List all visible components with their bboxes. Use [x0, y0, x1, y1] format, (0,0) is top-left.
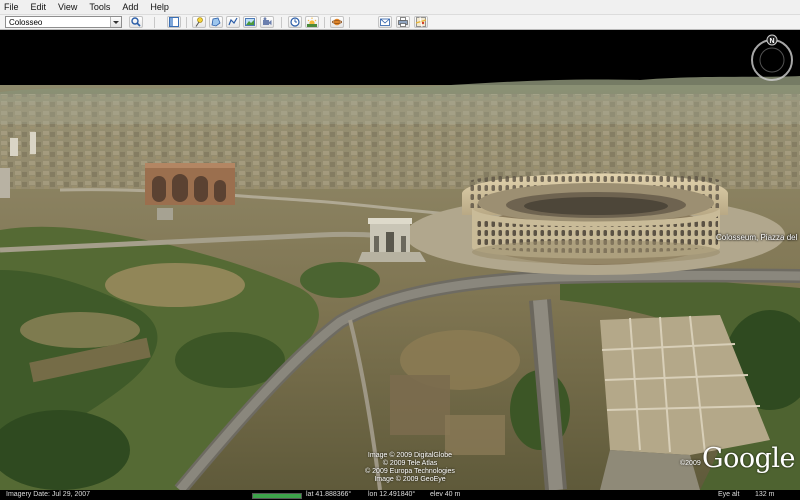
search-combo[interactable] [5, 16, 122, 28]
sunlight-button[interactable] [305, 16, 319, 28]
compass-ring-icon: N [751, 34, 793, 81]
eye-altitude-label: Eye alt [718, 491, 740, 498]
google-logo: Google [702, 443, 795, 474]
clock-icon [290, 17, 300, 27]
eye-altitude-value: 132 m [755, 491, 775, 498]
menu-tools[interactable]: Tools [89, 2, 110, 12]
search-button[interactable] [129, 16, 143, 28]
credit-line: Image © 2009 DigitalGlobe [367, 452, 453, 459]
planet-icon [332, 18, 342, 26]
switch-to-sky-button[interactable] [330, 16, 344, 28]
sunrise-icon [307, 17, 317, 27]
globe-view[interactable]: N Colosseum, Piazza del Image © 2009 Dig… [0, 30, 800, 490]
image-overlay-button[interactable] [243, 16, 257, 28]
search-dropdown-button[interactable] [110, 17, 121, 27]
polygon-button[interactable] [209, 16, 223, 28]
colosseum-model [462, 172, 728, 265]
imagery-date: Imagery Date: Jul 29, 2007 [6, 491, 91, 498]
sidebar-icon [169, 17, 179, 27]
polygon-icon [211, 17, 221, 27]
path-button[interactable] [226, 16, 240, 28]
printer-icon [398, 17, 408, 27]
menu-edit[interactable]: Edit [31, 2, 47, 12]
menu-help[interactable]: Help [150, 2, 169, 12]
longitude-readout: lon 12.491840° [368, 491, 416, 498]
aerial-scene [0, 76, 800, 490]
map-icon [416, 17, 426, 27]
streaming-progress-bar [252, 493, 302, 499]
elevation-readout: elev 40 m [430, 491, 461, 498]
google-maps-button[interactable] [414, 16, 428, 28]
print-button[interactable] [396, 16, 410, 28]
navigation-compass[interactable]: N [748, 34, 796, 82]
menu-add[interactable]: Add [122, 2, 138, 12]
compass-north-label: N [769, 38, 774, 45]
menu-view[interactable]: View [58, 2, 77, 12]
toolbar [0, 14, 800, 30]
sidebar-toggle-button[interactable] [167, 16, 181, 28]
menu-file[interactable]: File [4, 2, 19, 12]
path-icon [228, 17, 238, 26]
historical-imagery-button[interactable] [288, 16, 302, 28]
search-input[interactable] [6, 17, 113, 27]
logo-copyright-year: ©2009 [680, 460, 701, 467]
pushpin-icon [195, 17, 203, 27]
credit-line: © 2009 Tele Atlas [382, 460, 438, 467]
streaming-progress-fill [253, 494, 301, 498]
email-button[interactable] [378, 16, 392, 28]
status-bar: Imagery Date: Jul 29, 2007 lat 41.888366… [0, 490, 800, 500]
credit-line: Image © 2009 GeoEye [374, 476, 446, 483]
credit-line: © 2009 Europa Technologies [365, 468, 455, 475]
latitude-readout: lat 41.888366° [306, 491, 352, 498]
record-tour-button[interactable] [260, 16, 274, 28]
basilica-ruin [145, 163, 235, 205]
magnifier-icon [131, 17, 141, 27]
record-tour-icon [263, 17, 272, 25]
envelope-icon [380, 18, 390, 26]
placemark-button[interactable] [192, 16, 206, 28]
image-overlay-icon [245, 18, 255, 26]
menu-bar: File Edit View Tools Add Help [0, 0, 800, 14]
place-label[interactable]: Colosseum, Piazza del [716, 233, 797, 242]
imagery-credits: Image © 2009 DigitalGlobe © 2009 Tele At… [340, 452, 480, 484]
